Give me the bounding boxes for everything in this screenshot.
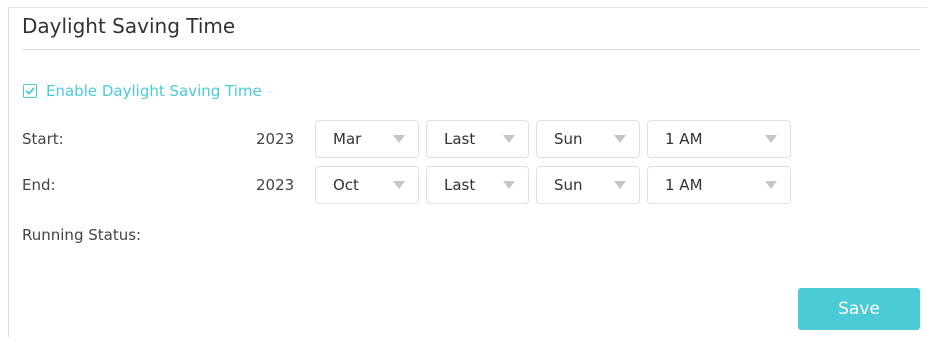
- chevron-down-icon: [393, 135, 405, 143]
- chevron-down-icon: [614, 181, 626, 189]
- start-week-select[interactable]: Last: [426, 120, 529, 158]
- start-month-value: Mar: [333, 130, 362, 148]
- chevron-down-icon: [765, 181, 777, 189]
- start-time-select[interactable]: 1 AM: [647, 120, 791, 158]
- enable-dst-label[interactable]: Enable Daylight Saving Time: [46, 82, 262, 100]
- end-label: End:: [22, 176, 56, 194]
- section-title: Daylight Saving Time: [22, 14, 236, 38]
- end-time-value: 1 AM: [665, 176, 703, 194]
- end-month-value: Oct: [333, 176, 359, 194]
- save-button[interactable]: Save: [798, 288, 920, 330]
- start-day-select[interactable]: Sun: [536, 120, 640, 158]
- start-year: 2023: [256, 130, 295, 148]
- title-divider: [22, 49, 920, 50]
- dst-panel: Daylight Saving Time Enable Daylight Sav…: [0, 0, 927, 337]
- enable-dst-checkbox[interactable]: [23, 84, 37, 98]
- start-label: Start:: [22, 130, 64, 148]
- end-week-select[interactable]: Last: [426, 166, 529, 204]
- chevron-down-icon: [765, 135, 777, 143]
- end-week-value: Last: [444, 176, 476, 194]
- end-year: 2023: [256, 176, 295, 194]
- end-month-select[interactable]: Oct: [315, 166, 419, 204]
- start-day-value: Sun: [554, 130, 583, 148]
- chevron-down-icon: [503, 135, 515, 143]
- enable-dst-checkbox-row[interactable]: Enable Daylight Saving Time: [23, 82, 262, 100]
- end-day-value: Sun: [554, 176, 583, 194]
- running-status-label: Running Status:: [22, 226, 142, 244]
- chevron-down-icon: [393, 181, 405, 189]
- panel-top-border: [8, 7, 927, 8]
- chevron-down-icon: [503, 181, 515, 189]
- start-week-value: Last: [444, 130, 476, 148]
- end-time-select[interactable]: 1 AM: [647, 166, 791, 204]
- checkmark-icon: [25, 87, 35, 95]
- panel-left-border: [8, 7, 9, 337]
- start-month-select[interactable]: Mar: [315, 120, 419, 158]
- start-time-value: 1 AM: [665, 130, 703, 148]
- chevron-down-icon: [614, 135, 626, 143]
- end-day-select[interactable]: Sun: [536, 166, 640, 204]
